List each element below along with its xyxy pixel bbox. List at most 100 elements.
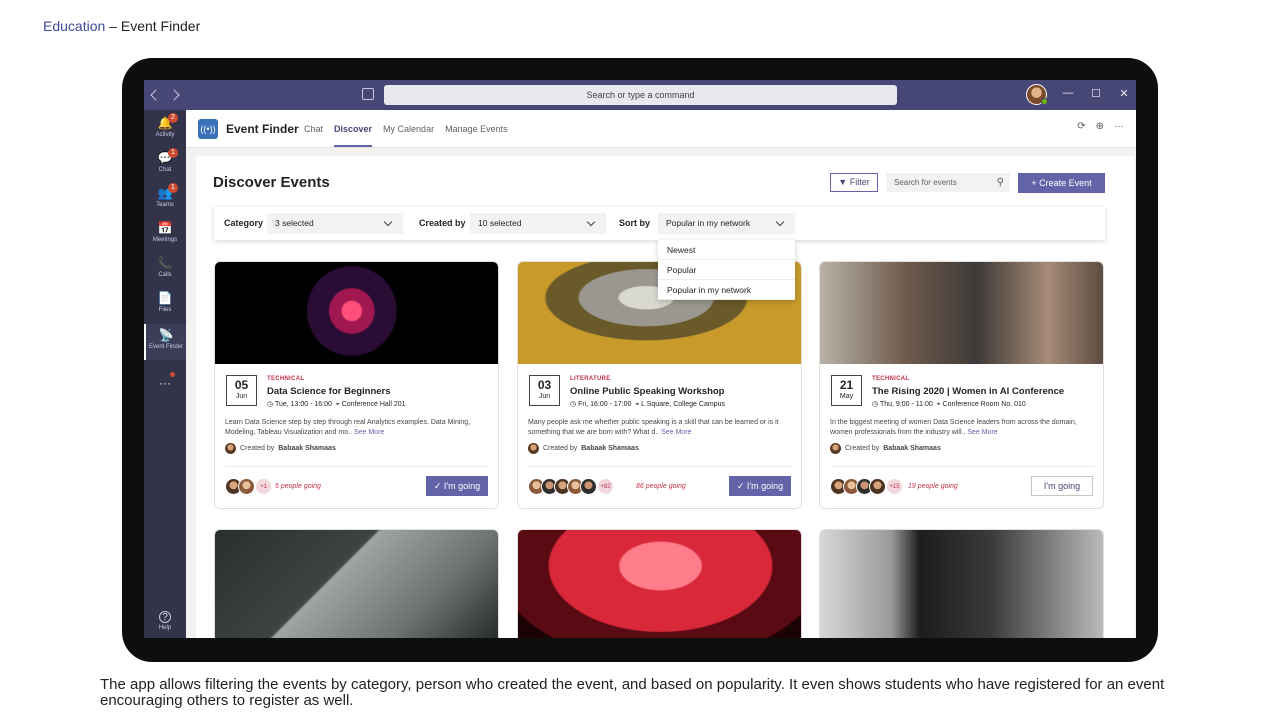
event-card[interactable] — [214, 529, 499, 638]
event-title[interactable]: The Rising 2020 | Women in AI Conference — [872, 386, 1064, 397]
tab-discover[interactable]: Discover — [334, 124, 373, 147]
see-more-link[interactable]: See More — [354, 429, 384, 436]
rail-item-activity[interactable]: 🔔 Activity 2 — [144, 112, 186, 146]
sort-option-newest[interactable]: Newest — [658, 240, 795, 260]
tab-chat[interactable]: Chat — [304, 124, 323, 147]
rail-help-button[interactable]: ? Help — [144, 607, 186, 638]
event-search-input[interactable]: Search for events ⚲ — [886, 173, 1010, 192]
chevron-down-icon — [383, 217, 393, 227]
search-placeholder: Search for events — [894, 178, 957, 187]
forward-arrow-icon[interactable] — [168, 89, 180, 101]
rail-item-calls[interactable]: 📞 Calls — [144, 252, 186, 286]
event-location: Conference Hall 201 — [341, 401, 406, 408]
discover-panel: Discover Events ▼ Filter Search for even… — [196, 156, 1134, 638]
header-actions: ⟳ ⊕ ··· — [1077, 121, 1124, 132]
event-card[interactable] — [517, 529, 802, 638]
created-by-label: Created by — [419, 218, 466, 228]
creator-avatar — [528, 443, 539, 454]
tab-manage-events[interactable]: Manage Events — [445, 124, 508, 147]
see-more-link[interactable]: See More — [661, 429, 691, 436]
event-creator: Created by Babaak Shamaas — [225, 443, 336, 454]
chat-icon: 💬 — [157, 151, 173, 165]
event-card[interactable] — [819, 529, 1104, 638]
more-icon: ··· — [159, 376, 171, 390]
rail-item-meetings[interactable]: 📅 Meetings — [144, 217, 186, 251]
rail-item-event-finder[interactable]: 📡 Event Finder — [144, 324, 186, 360]
sort-options-menu: Newest Popular Popular in my network — [658, 240, 795, 300]
back-arrow-icon[interactable] — [150, 89, 162, 101]
rail-label: Teams — [156, 202, 174, 208]
event-title[interactable]: Data Science for Beginners — [267, 386, 391, 397]
minimize-button[interactable]: — — [1062, 87, 1074, 100]
rail-item-files[interactable]: 📄 Files — [144, 287, 186, 321]
more-attendees-badge: +82 — [597, 478, 614, 495]
filter-icon: ▼ — [838, 177, 848, 187]
see-more-link[interactable]: See More — [967, 429, 997, 436]
event-time: Tue, 13:00 - 16:00 — [274, 401, 332, 408]
event-description-text: Many people ask me whether public speaki… — [528, 419, 779, 436]
event-card[interactable]: 21 May TECHNICAL The Rising 2020 | Women… — [819, 261, 1104, 509]
refresh-icon[interactable]: ⟳ — [1077, 121, 1085, 132]
event-meta: ◷ Thu, 9:00 - 11:00 ⌖ Conference Room No… — [872, 400, 1026, 409]
event-location: Conference Room No. 010 — [942, 401, 1026, 408]
sort-by-label: Sort by — [619, 218, 651, 228]
maximize-button[interactable]: ☐ — [1090, 87, 1102, 100]
event-creator: Created by Babaak Shamaas — [830, 443, 941, 454]
slide-crumb: Education — [43, 18, 106, 34]
event-month: Jun — [538, 393, 551, 400]
rail-item-chat[interactable]: 💬 Chat 1 — [144, 147, 186, 181]
category-label: Category — [224, 218, 264, 228]
rail-item-teams[interactable]: 👥 Teams 1 — [144, 182, 186, 216]
created-by-label: Created by — [240, 445, 275, 452]
sort-option-popular[interactable]: Popular — [658, 260, 795, 280]
rail-more-button[interactable]: ··· — [144, 372, 186, 406]
created-by-dropdown[interactable]: 10 selected — [470, 213, 606, 234]
profile-avatar[interactable] — [1026, 84, 1048, 105]
tab-my-calendar[interactable]: My Calendar — [383, 124, 434, 147]
im-going-button[interactable]: I'm going — [1031, 476, 1093, 496]
more-options-icon[interactable]: ··· — [1114, 121, 1124, 132]
presence-dot-icon — [1041, 98, 1048, 105]
event-month: Jun — [235, 393, 248, 400]
created-by-label: Created by — [845, 445, 880, 452]
im-going-button[interactable]: ✓ I'm going — [426, 476, 488, 496]
help-icon: ? — [159, 611, 171, 623]
slide-caption: The app allows filtering the events by c… — [100, 676, 1165, 709]
category-dropdown[interactable]: 3 selected — [267, 213, 403, 234]
rail-label: Calls — [158, 272, 172, 278]
clock-icon: ◷ — [872, 401, 879, 408]
card-divider — [225, 466, 490, 467]
filter-label: Filter — [849, 177, 870, 187]
attendee-avatars: +1 — [225, 478, 272, 495]
attendee-avatars: +15 — [830, 478, 903, 495]
create-event-button[interactable]: + Create Event — [1018, 173, 1105, 193]
notification-badge: 1 — [168, 148, 178, 158]
event-card[interactable]: 05 Jun TECHNICAL Data Science for Beginn… — [214, 261, 499, 509]
im-going-button[interactable]: ✓ I'm going — [729, 476, 791, 496]
event-day: 21 — [839, 378, 854, 392]
compose-icon[interactable] — [362, 88, 374, 100]
event-image — [215, 262, 498, 364]
attendee-avatar — [238, 478, 255, 495]
title-bar: Search or type a command — ☐ ✕ — [144, 80, 1136, 110]
event-time: Fri, 16:00 - 17:00 — [578, 401, 632, 408]
sort-by-dropdown[interactable]: Popular in my network — [658, 213, 795, 234]
event-title[interactable]: Online Public Speaking Workshop — [570, 386, 725, 397]
event-category: TECHNICAL — [872, 376, 910, 382]
im-going-label: I'm going — [443, 481, 481, 491]
event-category: LITERATURE — [570, 376, 611, 382]
attendee-avatar — [580, 478, 597, 495]
command-search-input[interactable]: Search or type a command — [384, 85, 897, 105]
event-image — [518, 530, 801, 638]
event-image — [820, 262, 1103, 364]
event-date: 05 Jun — [226, 375, 257, 406]
event-time: Thu, 9:00 - 11:00 — [879, 401, 933, 408]
globe-icon[interactable]: ⊕ — [1096, 121, 1104, 132]
close-button[interactable]: ✕ — [1118, 87, 1130, 100]
event-description: Learn Data Science step by step through … — [225, 418, 493, 438]
event-meta: ◷ Tue, 13:00 - 16:00 ⌖ Conference Hall 2… — [267, 400, 406, 409]
location-pin-icon: ⌖ — [335, 401, 340, 408]
card-divider — [528, 466, 793, 467]
sort-option-popular-network[interactable]: Popular in my network — [658, 280, 795, 300]
filter-button[interactable]: ▼ Filter — [830, 173, 878, 192]
